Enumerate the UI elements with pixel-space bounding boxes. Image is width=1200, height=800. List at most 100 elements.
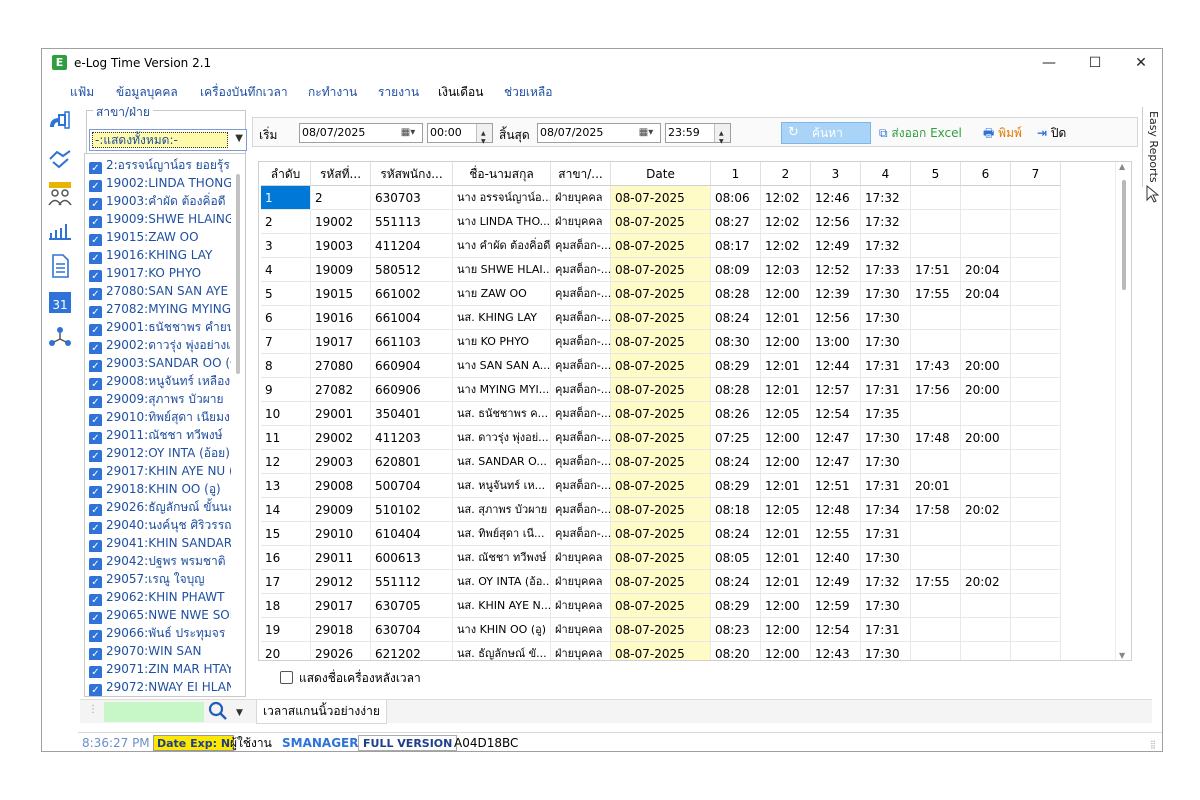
employee-list-item[interactable]: ✓ 29040:นงค์นุช ศิริวรรณ: [87, 516, 231, 534]
table-cell[interactable]: 17:30: [861, 642, 911, 660]
menu-personnel[interactable]: ข้อมูลบุคคล: [116, 83, 178, 102]
show-device-checkbox[interactable]: [280, 671, 293, 684]
spin-down-icon[interactable]: ▼: [481, 133, 486, 151]
table-cell[interactable]: 12:48: [811, 498, 861, 522]
table-cell[interactable]: 29009: [311, 498, 371, 522]
table-cell[interactable]: 08-07-2025: [611, 402, 711, 426]
column-header[interactable]: Date: [611, 162, 711, 186]
table-cell[interactable]: 17: [261, 570, 311, 594]
table-cell[interactable]: 13:00: [811, 330, 861, 354]
table-cell[interactable]: นส. ทิพย์สุดา เนี...: [453, 522, 551, 546]
employee-list-item[interactable]: ✓ 29012:OY INTA (อ้อย): [87, 444, 231, 462]
table-cell[interactable]: คุมสต็อก-...: [551, 378, 611, 402]
table-cell[interactable]: 17:31: [861, 618, 911, 642]
table-cell[interactable]: 12:05: [761, 498, 811, 522]
end-time-input[interactable]: 23:59 ▲ ▼: [665, 123, 731, 145]
table-cell[interactable]: 12:52: [811, 258, 861, 282]
table-cell[interactable]: นาง MYING MYI...: [453, 378, 551, 402]
table-cell[interactable]: [911, 330, 961, 354]
employee-list-item[interactable]: ✓ 29041:KHIN SANDAR I: [87, 534, 231, 552]
table-cell[interactable]: 19002: [311, 210, 371, 234]
table-cell[interactable]: นาง SAN SAN A...: [453, 354, 551, 378]
column-header[interactable]: 6: [961, 162, 1011, 186]
employee-checkbox[interactable]: ✓: [89, 432, 102, 444]
employee-checkbox[interactable]: ✓: [89, 396, 102, 408]
table-cell[interactable]: 17:48: [911, 426, 961, 450]
table-cell[interactable]: นาย KO PHYO: [453, 330, 551, 354]
employee-list-item[interactable]: ✓ 19015:ZAW OO: [87, 228, 231, 246]
table-cell[interactable]: 610404: [371, 522, 453, 546]
table-cell[interactable]: 20:01: [911, 474, 961, 498]
table-cell[interactable]: 12: [261, 450, 311, 474]
employee-list-item[interactable]: ✓ 29018:KHIN OO (อู): [87, 480, 231, 498]
table-cell[interactable]: [1011, 450, 1061, 474]
table-cell[interactable]: 20:00: [961, 354, 1011, 378]
table-cell[interactable]: คุมสต็อก-...: [551, 354, 611, 378]
table-cell[interactable]: 12:56: [811, 306, 861, 330]
table-cell[interactable]: [911, 546, 961, 570]
table-cell[interactable]: 08-07-2025: [611, 306, 711, 330]
table-cell[interactable]: 12:00: [761, 642, 811, 660]
table-cell[interactable]: 29008: [311, 474, 371, 498]
employee-list-item[interactable]: ✓ 29062:KHIN PHAWT: [87, 588, 231, 606]
table-cell[interactable]: [911, 186, 961, 210]
table-cell[interactable]: 14: [261, 498, 311, 522]
table-cell[interactable]: [1011, 282, 1061, 306]
table-cell[interactable]: 08:30: [711, 330, 761, 354]
table-cell[interactable]: 08:28: [711, 282, 761, 306]
table-cell[interactable]: คุมสต็อก-...: [551, 402, 611, 426]
table-cell[interactable]: 17:32: [861, 234, 911, 258]
table-cell[interactable]: 08-07-2025: [611, 330, 711, 354]
table-cell[interactable]: 29011: [311, 546, 371, 570]
menu-help[interactable]: ช่วยเหลือ: [504, 83, 553, 102]
table-cell[interactable]: 20:02: [961, 570, 1011, 594]
employee-list-item[interactable]: ✓ 27082:MYING MYING: [87, 300, 231, 318]
table-cell[interactable]: [1011, 522, 1061, 546]
employee-list-item[interactable]: ✓ 29011:ณัชชา ทวีพงษ์: [87, 426, 231, 444]
table-cell[interactable]: 11: [261, 426, 311, 450]
table-cell[interactable]: นส. ธัญลักษณ์ ขั...: [453, 642, 551, 660]
employee-checkbox[interactable]: ✓: [89, 414, 102, 426]
table-cell[interactable]: 08:29: [711, 594, 761, 618]
table-cell[interactable]: นส. ดาวรุ่ง พุ่งอย่...: [453, 426, 551, 450]
employee-list-item[interactable]: ✓ 19016:KHING LAY: [87, 246, 231, 264]
table-cell[interactable]: 08:27: [711, 210, 761, 234]
employee-search-input[interactable]: [104, 702, 204, 722]
table-cell[interactable]: 15: [261, 522, 311, 546]
employee-list-item[interactable]: ✓ 29017:KHIN AYE NU (: [87, 462, 231, 480]
table-cell[interactable]: 17:51: [911, 258, 961, 282]
table-cell[interactable]: 17:32: [861, 570, 911, 594]
table-cell[interactable]: 12:00: [761, 330, 811, 354]
table-cell[interactable]: 08-07-2025: [611, 498, 711, 522]
calendar-dropdown-icon[interactable]: ▦▾: [632, 124, 660, 142]
calendar-icon[interactable]: 31: [47, 289, 73, 315]
table-cell[interactable]: ฝ่ายบุคคล: [551, 594, 611, 618]
table-cell[interactable]: 08:20: [711, 642, 761, 660]
table-cell[interactable]: [1011, 354, 1061, 378]
employee-list-item[interactable]: ✓ 29009:สุภาพร บัวผาย: [87, 390, 231, 408]
column-header[interactable]: 5: [911, 162, 961, 186]
table-cell[interactable]: 12:00: [761, 450, 811, 474]
table-cell[interactable]: นาง คำผัด ต้องคิ่อดี: [453, 234, 551, 258]
table-cell[interactable]: คุมสต็อก-...: [551, 498, 611, 522]
employee-checkbox[interactable]: ✓: [89, 216, 102, 228]
table-cell[interactable]: 3: [261, 234, 311, 258]
table-cell[interactable]: 12:49: [811, 234, 861, 258]
table-cell[interactable]: 07:25: [711, 426, 761, 450]
table-cell[interactable]: คุมสต็อก-...: [551, 330, 611, 354]
table-cell[interactable]: 17:32: [861, 210, 911, 234]
table-cell[interactable]: 18: [261, 594, 311, 618]
table-cell[interactable]: นส. สุภาพร บัวผาย: [453, 498, 551, 522]
table-cell[interactable]: 08-07-2025: [611, 546, 711, 570]
table-cell[interactable]: 08-07-2025: [611, 354, 711, 378]
table-cell[interactable]: 630705: [371, 594, 453, 618]
table-cell[interactable]: 12:51: [811, 474, 861, 498]
column-header[interactable]: 7: [1011, 162, 1061, 186]
grid-scrollbar[interactable]: ▲ ▼: [1115, 162, 1131, 660]
table-cell[interactable]: 08:09: [711, 258, 761, 282]
table-cell[interactable]: 620801: [371, 450, 453, 474]
table-cell[interactable]: 20:04: [961, 282, 1011, 306]
table-cell[interactable]: 20: [261, 642, 311, 660]
start-time-input[interactable]: 00:00 ▲ ▼: [427, 123, 493, 145]
users-icon[interactable]: [47, 181, 73, 207]
